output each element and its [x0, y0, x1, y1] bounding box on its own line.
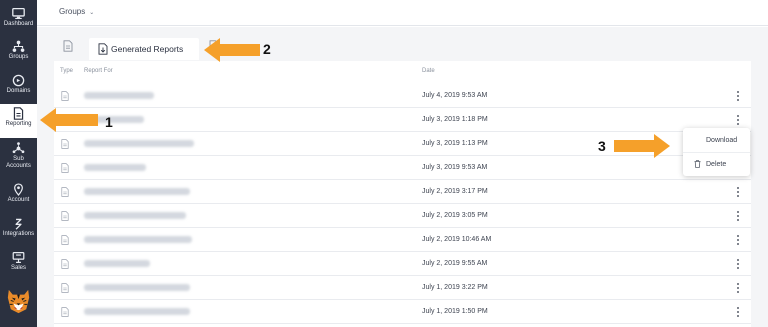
column-header-type: Type — [60, 68, 74, 74]
sidebar-item-groups[interactable]: Groups — [0, 37, 37, 71]
report-for-redacted — [84, 260, 150, 267]
sidebar-item-sales[interactable]: Sales — [0, 248, 37, 282]
report-date: July 1, 2019 1:50 PM — [422, 308, 488, 315]
more-actions-icon[interactable] — [734, 281, 742, 295]
report-for-redacted — [84, 236, 192, 243]
annotation-arrow-1 — [40, 108, 98, 132]
app-window: Dashboard Groups Domains Reporting Sub A… — [0, 0, 768, 327]
annotation-number-3: 3 — [598, 138, 606, 154]
report-date: July 3, 2019 9:53 AM — [422, 164, 488, 171]
top-header: Groups ⌄ — [37, 0, 768, 26]
report-file-icon — [61, 187, 69, 197]
report-for-redacted — [84, 92, 154, 99]
report-file-icon — [61, 91, 69, 101]
sidebar-item-reporting[interactable]: Reporting — [0, 104, 37, 138]
report-date: July 2, 2019 10:46 AM — [422, 236, 492, 243]
report-file-icon — [61, 139, 69, 149]
report-for-redacted — [84, 164, 146, 171]
more-actions-icon[interactable] — [734, 233, 742, 247]
report-file-icon — [61, 259, 69, 269]
groups-dropdown[interactable]: Groups ⌄ — [59, 7, 94, 16]
more-actions-icon[interactable] — [734, 185, 742, 199]
sales-icon — [12, 252, 25, 263]
sidebar-item-sub-accounts[interactable]: Sub Accounts — [0, 139, 37, 179]
document-tab-icon[interactable] — [63, 40, 73, 52]
column-header-date: Date — [422, 68, 435, 74]
sidebar: Dashboard Groups Domains Reporting Sub A… — [0, 0, 37, 327]
sidebar-item-dashboard[interactable]: Dashboard — [0, 4, 37, 38]
report-for-redacted — [84, 212, 186, 219]
table-row[interactable]: July 2, 2019 3:17 PM — [54, 180, 751, 204]
report-date: July 2, 2019 3:05 PM — [422, 212, 488, 219]
report-date: July 1, 2019 3:22 PM — [422, 284, 488, 291]
table-row[interactable]: July 1, 2019 3:22 PM — [54, 276, 751, 300]
report-date: July 2, 2019 3:17 PM — [422, 188, 488, 195]
delete-label: Delete — [706, 161, 727, 168]
annotation-arrow-2 — [204, 38, 260, 62]
integrations-icon — [15, 218, 22, 230]
reports-content: Generated Reports Type Report For Date J… — [37, 27, 768, 327]
row-actions-menu: Download Delete — [683, 128, 750, 176]
sidebar-item-label: Sub Accounts — [6, 156, 31, 169]
report-for-redacted — [84, 140, 194, 147]
sidebar-item-label: Reporting — [5, 121, 32, 127]
sidebar-item-label: Integrations — [2, 231, 35, 237]
report-icon — [13, 107, 24, 120]
sidebar-item-domains[interactable]: Domains — [0, 71, 37, 105]
report-for-redacted — [84, 308, 190, 315]
menu-divider — [683, 152, 750, 153]
more-actions-icon[interactable] — [734, 209, 742, 223]
more-actions-icon[interactable] — [734, 305, 742, 319]
report-for-redacted — [84, 188, 190, 195]
tab-generated-reports[interactable]: Generated Reports — [89, 38, 199, 60]
sidebar-item-label: Account — [7, 197, 30, 203]
sidebar-item-label: Sales — [10, 265, 26, 271]
annotation-number-1: 1 — [105, 114, 113, 130]
table-row[interactable]: July 2, 2019 10:46 AM — [54, 228, 751, 252]
report-date: July 4, 2019 9:53 AM — [422, 92, 488, 99]
sidebar-item-integrations[interactable]: Integrations — [0, 214, 37, 248]
annotation-number-2: 2 — [263, 41, 271, 57]
table-row[interactable]: July 2, 2019 9:55 AM — [54, 252, 751, 276]
download-label: Download — [706, 137, 738, 144]
table-row[interactable]: July 3, 2019 9:53 AM — [54, 156, 751, 180]
sub-accounts-icon — [12, 142, 25, 154]
sidebar-item-label: Groups — [8, 54, 29, 60]
more-actions-icon[interactable] — [734, 257, 742, 271]
chevron-down-icon: ⌄ — [89, 10, 95, 16]
trash-icon — [694, 160, 701, 168]
monitor-icon — [12, 7, 25, 20]
report-file-icon — [61, 163, 69, 173]
hierarchy-icon — [12, 40, 25, 52]
table-row[interactable]: July 2, 2019 3:05 PM — [54, 204, 751, 228]
sidebar-item-label: Dashboard — [3, 21, 34, 27]
tab-label: Generated Reports — [111, 44, 184, 54]
more-actions-icon[interactable] — [734, 89, 742, 103]
annotation-arrow-3 — [614, 134, 670, 158]
report-file-icon — [61, 235, 69, 245]
download-menu-item[interactable]: Download — [683, 131, 750, 151]
report-date: July 2, 2019 9:55 AM — [422, 260, 488, 267]
table-row[interactable]: July 3, 2019 1:18 PM — [54, 108, 751, 132]
table-row[interactable]: July 4, 2019 9:53 AM — [54, 84, 751, 108]
report-for-redacted — [84, 284, 190, 291]
sidebar-item-label: Domains — [6, 88, 31, 94]
more-actions-icon[interactable] — [734, 113, 742, 127]
report-file-icon — [61, 283, 69, 293]
reports-table: Type Report For Date July 4, 2019 9:53 A… — [54, 61, 751, 327]
tiger-mascot-icon — [7, 289, 30, 314]
report-date: July 3, 2019 1:18 PM — [422, 116, 488, 123]
groups-dropdown-label: Groups — [59, 7, 86, 16]
report-file-icon — [61, 211, 69, 221]
table-row[interactable]: July 1, 2019 1:50 PM — [54, 300, 751, 324]
sidebar-item-account[interactable]: Account — [0, 180, 37, 214]
report-file-icon — [61, 307, 69, 317]
location-pin-icon — [14, 183, 23, 196]
column-header-report-for: Report For — [84, 68, 113, 74]
report-date: July 3, 2019 1:13 PM — [422, 140, 488, 147]
report-download-icon — [98, 43, 108, 55]
domains-icon — [12, 74, 25, 87]
delete-menu-item[interactable]: Delete — [683, 155, 750, 175]
